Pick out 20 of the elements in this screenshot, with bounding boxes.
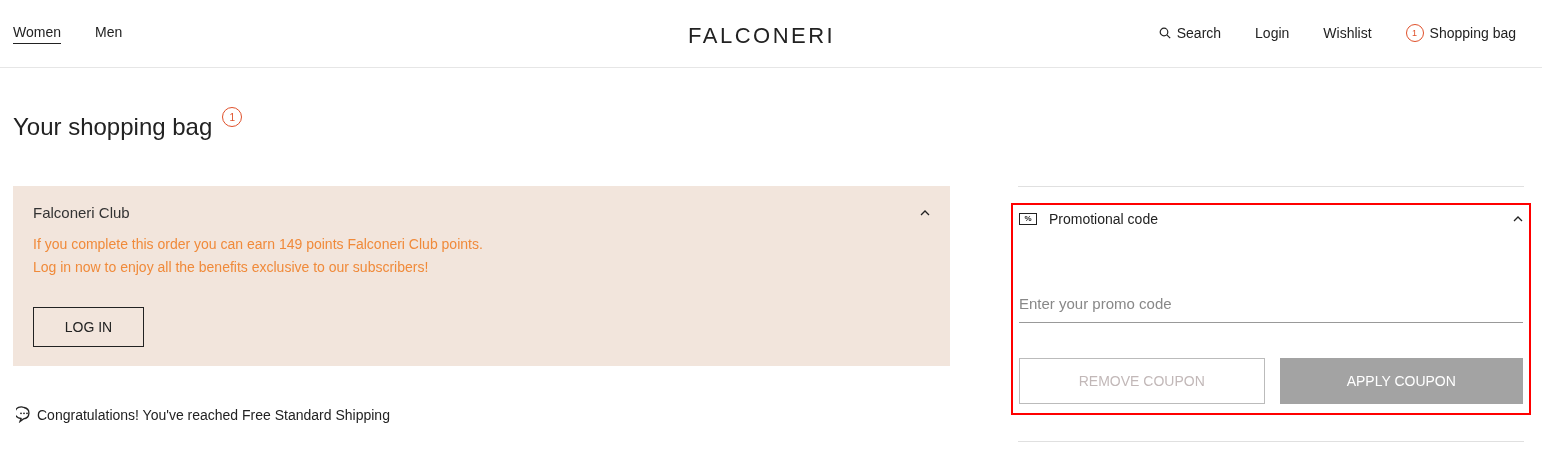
panel-title: Promotional code — [1049, 211, 1159, 227]
club-message: Log in now to enjoy all the benefits exclusive to our subscribers! — [33, 258, 430, 277]
header-link[interactable]: Login — [1255, 25, 1290, 42]
nav-link[interactable]: Men — [95, 23, 123, 44]
shipping-message: Congratulations! You've reached Free Standard Shipping — [37, 406, 390, 423]
shopping-bag-link[interactable]: 1 Shopping bag — [1405, 24, 1516, 43]
percent-tag-icon: % — [1019, 213, 1037, 225]
panel-title: Falconeri Club — [33, 204, 130, 221]
search-link[interactable]: Search — [1158, 25, 1222, 42]
chat-bubble-icon — [16, 406, 32, 423]
search-icon — [1158, 27, 1171, 39]
chevron-icon[interactable] — [1513, 216, 1523, 222]
page-title: Your shopping bag — [13, 113, 213, 141]
nav-link[interactable]: Women — [13, 23, 61, 44]
chevron-icon[interactable] — [920, 209, 930, 216]
header-link[interactable]: Wishlist — [1323, 25, 1372, 42]
promo-code-field[interactable]: Enter your promo code — [1019, 295, 1523, 323]
club-message: If you complete this order you can earn 149 points Falconeri Club points. — [33, 235, 484, 254]
brand-logo[interactable]: FALCONERI — [688, 23, 836, 49]
login-button[interactable]: LOG IN — [33, 307, 144, 347]
